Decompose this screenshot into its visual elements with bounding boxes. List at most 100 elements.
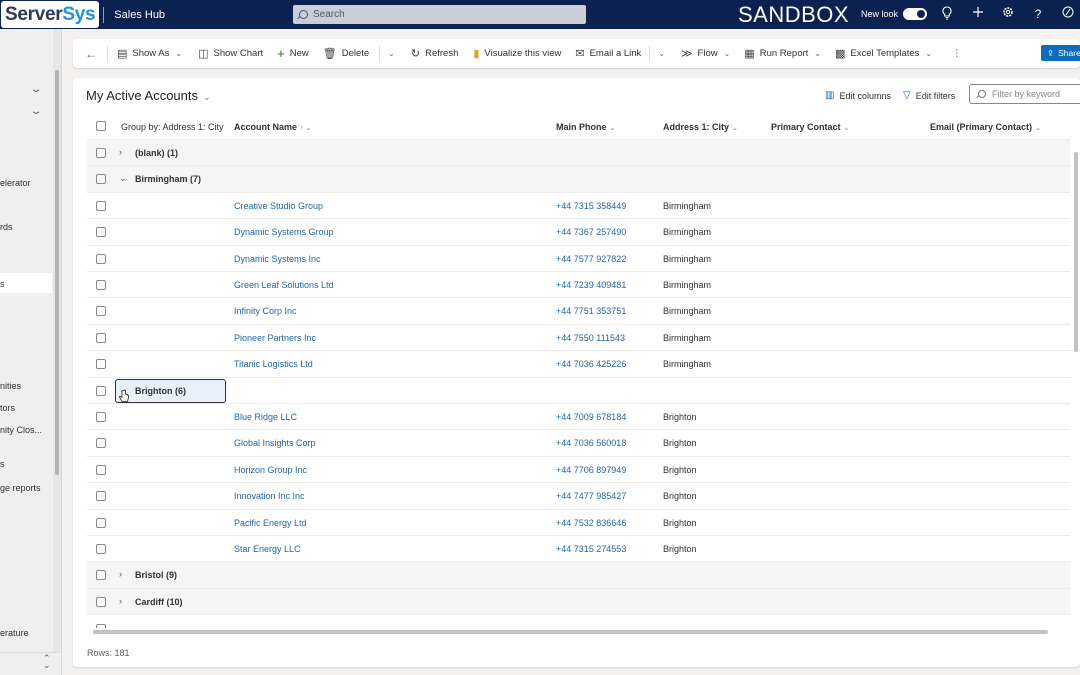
table-row[interactable]: Infinity Corp Inc +44 7751 353751 Birmin… — [87, 298, 1070, 325]
column-header-city[interactable]: Address 1: City ⌄ — [663, 122, 738, 132]
show-as-button[interactable]: ▤ Show As ⌄ — [108, 39, 182, 68]
filter-by-keyword-input[interactable]: Filter by keyword — [969, 84, 1080, 104]
app-name[interactable]: Sales Hub — [114, 9, 165, 21]
edit-columns-button[interactable]: ▥ Edit columns — [825, 90, 891, 101]
row-checkbox[interactable] — [96, 227, 106, 238]
table-row[interactable]: Green Leaf Solutions Ltd +44 7239 409481… — [87, 272, 1070, 299]
phone-link[interactable]: +44 7477 985427 — [556, 491, 626, 501]
column-header-email[interactable]: Email (Primary Contact) ⌄ — [930, 122, 1041, 132]
chevron-right-icon[interactable]: › — [119, 596, 122, 606]
delete-button[interactable]: 🗑︎ Delete — [309, 39, 379, 68]
account-name-link[interactable]: Creative Studio Group — [234, 201, 323, 211]
help-icon[interactable]: ? — [1030, 6, 1046, 22]
chevron-down-icon[interactable]: ⌄ — [30, 106, 43, 117]
row-checkbox[interactable] — [96, 624, 106, 628]
chevron-down-icon[interactable]: ⌄ — [119, 173, 127, 184]
chevron-down-icon[interactable]: ⌄ — [203, 92, 211, 103]
row-checkbox[interactable] — [96, 174, 106, 185]
group-row-birmingham[interactable]: ⌄ Birmingham (7) — [87, 166, 1070, 193]
more-email-options[interactable]: ⌄ — [650, 39, 665, 68]
column-header-account-name[interactable]: Account Name ↑ ⌄ — [234, 122, 311, 132]
group-row-clipped[interactable] — [87, 616, 1070, 628]
flow-button[interactable]: ≫ Flow ⌄ — [665, 39, 730, 68]
serversys-logo[interactable]: Server Sys — [1, 1, 100, 28]
row-checkbox[interactable] — [96, 438, 106, 449]
sidebar-item-opportunity-close[interactable]: nity Clos... — [0, 425, 42, 435]
table-row[interactable]: Dynamic Systems Inc +44 7577 927822 Birm… — [87, 246, 1070, 272]
global-search-input[interactable]: Search — [293, 5, 586, 24]
row-checkbox[interactable] — [96, 359, 106, 370]
account-name-link[interactable]: Dynamic Systems Group — [234, 227, 334, 237]
phone-link[interactable]: +44 7315 274553 — [556, 544, 626, 554]
phone-link[interactable]: +44 7367 257490 — [556, 227, 626, 237]
phone-link[interactable]: +44 7706 897949 — [556, 465, 626, 475]
account-name-link[interactable]: Innovation Inc Inc — [234, 491, 305, 501]
account-name-link[interactable]: Titanic Logistics Ltd — [234, 359, 313, 369]
phone-link[interactable]: +44 7239 409481 — [556, 280, 626, 290]
account-name-link[interactable]: Pioneer Partners Inc — [234, 333, 316, 343]
row-checkbox[interactable] — [96, 412, 106, 422]
view-selector-title[interactable]: My Active Accounts — [86, 88, 198, 103]
more-commands-button[interactable]: ⋮ — [932, 39, 962, 68]
table-row[interactable]: Titanic Logistics Ltd +44 7036 425226 Bi… — [87, 351, 1070, 378]
account-name-link[interactable]: Global Insights Corp — [234, 438, 316, 448]
lightbulb-icon[interactable] — [939, 6, 955, 24]
row-checkbox[interactable] — [96, 544, 106, 554]
phone-link[interactable]: +44 7009 678184 — [556, 412, 626, 422]
phone-link[interactable]: +44 7036 560018 — [556, 438, 626, 448]
copilot-icon[interactable] — [1060, 6, 1076, 22]
table-row[interactable]: Pioneer Partners Inc +44 7550 111543 Bir… — [87, 325, 1070, 352]
excel-templates-button[interactable]: ▩ Excel Templates ⌄ — [821, 39, 932, 68]
row-checkbox[interactable] — [96, 464, 106, 475]
phone-link[interactable]: +44 7532 836646 — [556, 518, 626, 528]
row-checkbox[interactable] — [96, 491, 106, 502]
new-look-toggle[interactable] — [903, 8, 927, 20]
up-down-chevron-icon[interactable]: ⌃ ⌄ — [43, 654, 51, 670]
grid-vertical-scroll-thumb[interactable] — [1074, 152, 1078, 352]
row-checkbox[interactable] — [96, 306, 106, 317]
chevron-down-icon[interactable]: ⌄ — [30, 84, 43, 95]
area-switcher[interactable] — [0, 652, 61, 675]
column-header-main-phone[interactable]: Main Phone ⌄ — [556, 122, 615, 132]
account-name-link[interactable]: Dynamic Systems Inc — [234, 254, 321, 264]
run-report-button[interactable]: ▦ Run Report ⌄ — [730, 39, 821, 68]
sidebar-item-dashboards[interactable]: rds — [0, 222, 13, 232]
row-checkbox[interactable] — [96, 200, 106, 211]
select-all-checkbox[interactable] — [96, 121, 106, 131]
settings-icon[interactable] — [1000, 6, 1016, 22]
refresh-button[interactable]: ↻ Refresh — [395, 39, 458, 68]
table-row[interactable]: Creative Studio Group +44 7315 358449 Bi… — [87, 193, 1070, 220]
row-checkbox[interactable] — [96, 332, 106, 343]
sidebar-item-accounts[interactable]: s — [0, 279, 5, 289]
account-name-link[interactable]: Pacific Energy Ltd — [234, 518, 307, 528]
sidebar-item-products[interactable]: s — [0, 459, 5, 469]
table-row[interactable]: Horizon Group Inc +44 7706 897949 Bright… — [87, 457, 1070, 484]
group-row-brighton[interactable]: ⌄ Brighton (6) — [87, 378, 1070, 404]
group-row-bristol[interactable]: › Bristol (9) — [87, 562, 1070, 589]
new-button[interactable]: + New — [263, 39, 309, 68]
table-row[interactable]: Star Energy LLC +44 7315 274553 Brighton — [87, 536, 1070, 563]
phone-link[interactable]: +44 7751 353751 — [556, 306, 626, 316]
row-checkbox[interactable] — [96, 570, 106, 581]
grid-horizontal-scrollbar[interactable] — [93, 630, 1048, 634]
sidebar-item-competitors[interactable]: tors — [0, 403, 15, 413]
show-chart-button[interactable]: ◫ Show Chart — [182, 39, 263, 68]
account-name-link[interactable]: Green Leaf Solutions Ltd — [234, 280, 334, 290]
back-button[interactable]: ← — [73, 39, 107, 68]
sidebar-item-manage-reports[interactable]: ge reports — [0, 483, 41, 493]
phone-link[interactable]: +44 7550 111543 — [556, 333, 625, 343]
account-name-link[interactable]: Horizon Group Inc — [234, 465, 307, 475]
sidebar-item-opportunities[interactable]: nities — [0, 381, 21, 391]
account-name-link[interactable]: Infinity Corp Inc — [234, 306, 297, 316]
row-checkbox[interactable] — [96, 253, 106, 264]
row-checkbox[interactable] — [96, 385, 106, 396]
email-link-button[interactable]: ✉ Email a Link — [561, 39, 649, 68]
visualize-view-button[interactable]: ▮ Visualize this view — [458, 39, 561, 68]
row-checkbox[interactable] — [96, 596, 106, 607]
sidebar-item-accelerator[interactable]: elerator — [0, 178, 31, 188]
row-checkbox[interactable] — [96, 148, 106, 158]
phone-link[interactable]: +44 7315 358449 — [556, 201, 626, 211]
chevron-right-icon[interactable]: › — [119, 569, 122, 579]
edit-filters-button[interactable]: ▽ Edit filters — [903, 90, 955, 101]
account-name-link[interactable]: Star Energy LLC — [234, 544, 301, 554]
